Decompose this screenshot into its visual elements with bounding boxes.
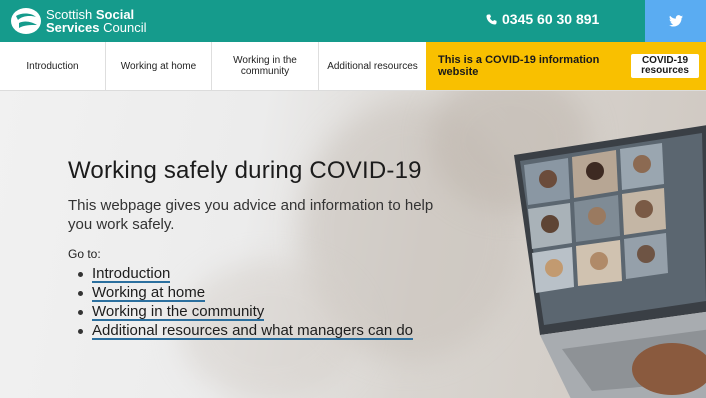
goto-links-list: Introduction Working at home Working in … [78, 265, 414, 341]
bullet-icon [78, 291, 83, 296]
list-item: Additional resources and what managers c… [78, 322, 414, 341]
bullet-icon [78, 310, 83, 315]
intro-text: This webpage gives you advice and inform… [68, 197, 434, 233]
link-working-at-home[interactable]: Working at home [92, 285, 206, 302]
nav-item-additional-resources[interactable]: Additional resources [319, 42, 426, 90]
list-item: Working at home [78, 284, 413, 303]
top-bar: Scottish Social Services Council 0345 60… [0, 0, 706, 42]
twitter-icon [668, 15, 683, 27]
logo-mark-icon [11, 8, 41, 34]
nav-item-working-in-community[interactable]: Working in the community [212, 42, 319, 90]
list-item: Working in the community [78, 303, 413, 322]
bullet-icon [78, 272, 83, 277]
logo-word-services: Services [46, 20, 104, 35]
twitter-button[interactable] [645, 0, 706, 42]
link-working-in-community[interactable]: Working in the community [92, 304, 265, 321]
phone-number[interactable]: 0345 60 30 891 [486, 11, 599, 27]
hero-section: Working safely during COVID-19 This webp… [0, 91, 706, 398]
nav-item-label: Working at home [120, 60, 197, 72]
nav-item-label: Additional resources [327, 60, 418, 72]
nav-item-label: Introduction [26, 60, 79, 72]
sssc-logo[interactable]: Scottish Social Services Council [10, 5, 190, 37]
phone-icon [486, 13, 497, 25]
list-item: Introduction [78, 265, 413, 284]
phone-number-text: 0345 60 30 891 [502, 11, 600, 27]
nav-item-working-at-home[interactable]: Working at home [106, 42, 212, 90]
nav-item-introduction[interactable]: Introduction [0, 42, 106, 90]
video-call-tiles [524, 143, 668, 293]
bullet-icon [78, 329, 83, 334]
covid-resources-button[interactable]: COVID-19 resources [631, 54, 699, 78]
covid-banner: This is a COVID-19 information website C… [426, 42, 706, 90]
main-nav: Introduction Working at home Working in … [0, 42, 706, 91]
link-additional-resources[interactable]: Additional resources and what managers c… [92, 323, 414, 340]
page-title: Working safely during COVID-19 [68, 157, 422, 184]
link-introduction[interactable]: Introduction [92, 266, 171, 283]
laptop-video-call-image [514, 125, 706, 398]
logo-word-council: Council [103, 20, 147, 35]
goto-label: Go to: [68, 247, 101, 261]
logo-text: Scottish Social Services Council [46, 8, 146, 34]
covid-banner-text: This is a COVID-19 information website [438, 54, 600, 78]
nav-item-label: Working in the community [233, 55, 297, 77]
